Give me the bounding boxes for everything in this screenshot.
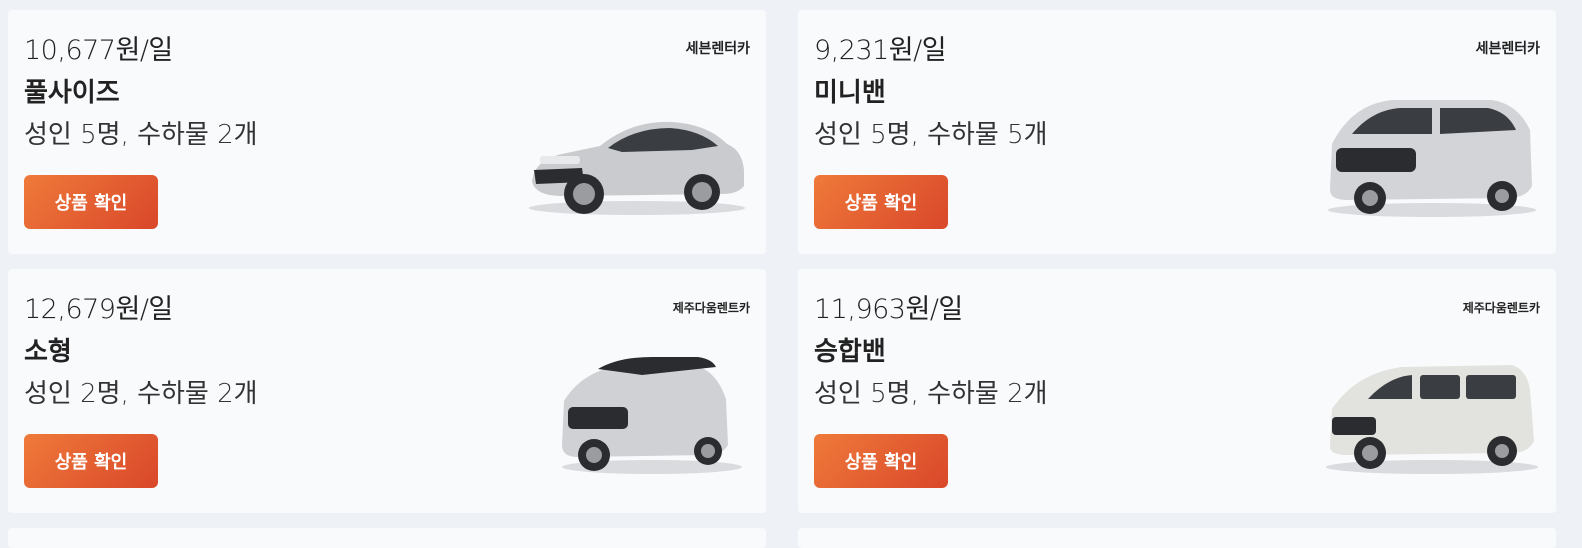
daily-price: 12,679원/일 (24, 294, 173, 325)
view-product-button[interactable]: 상품 확인 (814, 175, 948, 229)
capacity-spec: 성인 5명, 수하물 2개 (24, 120, 258, 150)
car-card-van[interactable]: 11,963원/일 승합밴 성인 5명, 수하물 2개 제주다움렌트카 상품 확… (798, 269, 1556, 513)
car-class-name: 소형 (24, 337, 72, 367)
car-card-minivan[interactable]: 9,231원/일 미니밴 성인 5명, 수하물 5개 세븐렌터카 상품 확인 (798, 10, 1556, 254)
compact-car-icon (562, 357, 742, 474)
sedan-car-icon (529, 121, 745, 215)
car-card-partial (798, 528, 1556, 548)
vendor-name: 세븐렌터카 (685, 41, 750, 57)
minivan-car-icon (1328, 100, 1536, 217)
vendor-name: 제주다움렌트카 (1462, 301, 1540, 315)
car-card-compact[interactable]: 12,679원/일 소형 성인 2명, 수하물 2개 제주다움렌트카 상품 확인 (8, 269, 766, 513)
car-class-name: 승합밴 (814, 337, 886, 367)
rental-car-grid: 10,677원/일 풀사이즈 성인 5명, 수하물 2개 세븐렌터카 상품 확인… (0, 0, 1582, 548)
capacity-spec: 성인 5명, 수하물 2개 (814, 379, 1048, 409)
car-card-full-size[interactable]: 10,677원/일 풀사이즈 성인 5명, 수하물 2개 세븐렌터카 상품 확인 (8, 10, 766, 254)
capacity-spec: 성인 2명, 수하물 2개 (24, 379, 258, 409)
vendor-name: 제주다움렌트카 (672, 301, 750, 315)
daily-price: 9,231원/일 (814, 35, 947, 66)
view-product-button[interactable]: 상품 확인 (24, 175, 158, 229)
van-car-icon (1326, 365, 1538, 474)
car-card-partial (8, 528, 766, 548)
capacity-spec: 성인 5명, 수하물 5개 (814, 120, 1048, 150)
vendor-name: 세븐렌터카 (1475, 41, 1540, 57)
car-class-name: 풀사이즈 (24, 78, 120, 108)
car-class-name: 미니밴 (814, 78, 886, 108)
view-product-button[interactable]: 상품 확인 (24, 434, 158, 488)
view-product-button[interactable]: 상품 확인 (814, 434, 948, 488)
daily-price: 10,677원/일 (24, 35, 173, 66)
daily-price: 11,963원/일 (814, 294, 963, 325)
